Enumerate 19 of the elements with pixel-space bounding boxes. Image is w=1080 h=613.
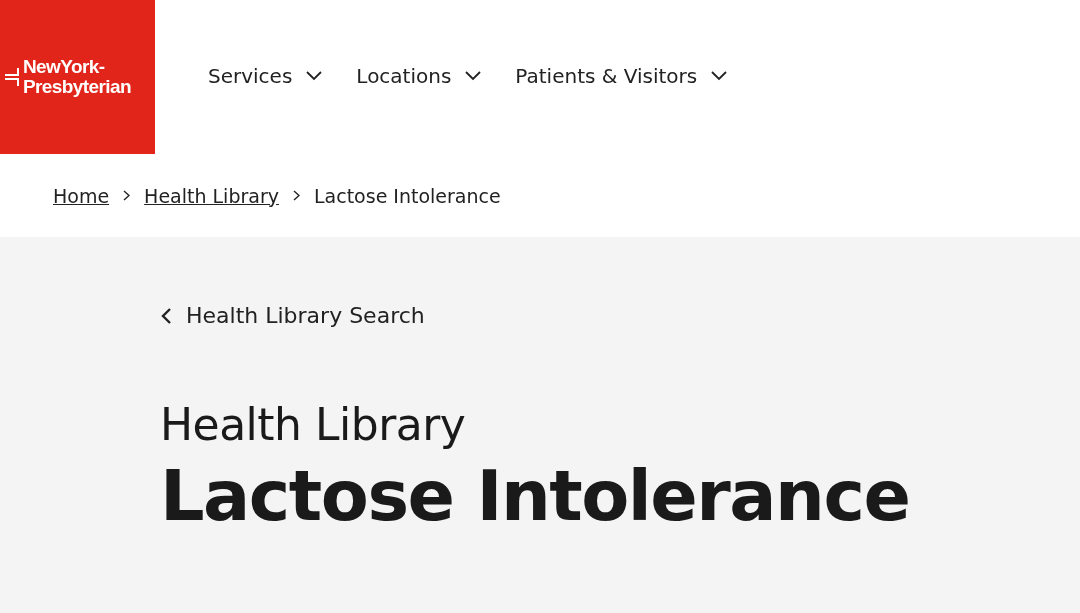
logo-text: NewYork- (23, 57, 106, 77)
chevron-left-icon (160, 306, 172, 325)
chevron-down-icon (306, 71, 323, 81)
chevron-right-icon (123, 190, 131, 201)
logo[interactable]: NewYork- Presbyterian (0, 0, 155, 154)
chevron-down-icon (465, 71, 482, 81)
nav-menu-button[interactable]: Locations (356, 64, 482, 88)
logo-mark-icon (5, 68, 19, 86)
breadcrumb-current: Lactose Intolerance (314, 184, 501, 207)
logo-text: Presbyterian (23, 77, 131, 97)
breadcrumb-link[interactable]: Home (53, 184, 110, 207)
nav-menu-button[interactable]: Services (208, 64, 323, 88)
nav-menu-button[interactable]: Patients & Visitors (515, 64, 728, 88)
chevron-right-icon (293, 190, 300, 201)
chevron-down-icon (711, 71, 728, 81)
breadcrumb-link[interactable]: Health Library (144, 184, 279, 207)
page-title: Lactose Intolerance (160, 457, 911, 535)
back-link[interactable]: Health Library Search (160, 303, 425, 328)
section-heading: Health Library (160, 398, 467, 450)
